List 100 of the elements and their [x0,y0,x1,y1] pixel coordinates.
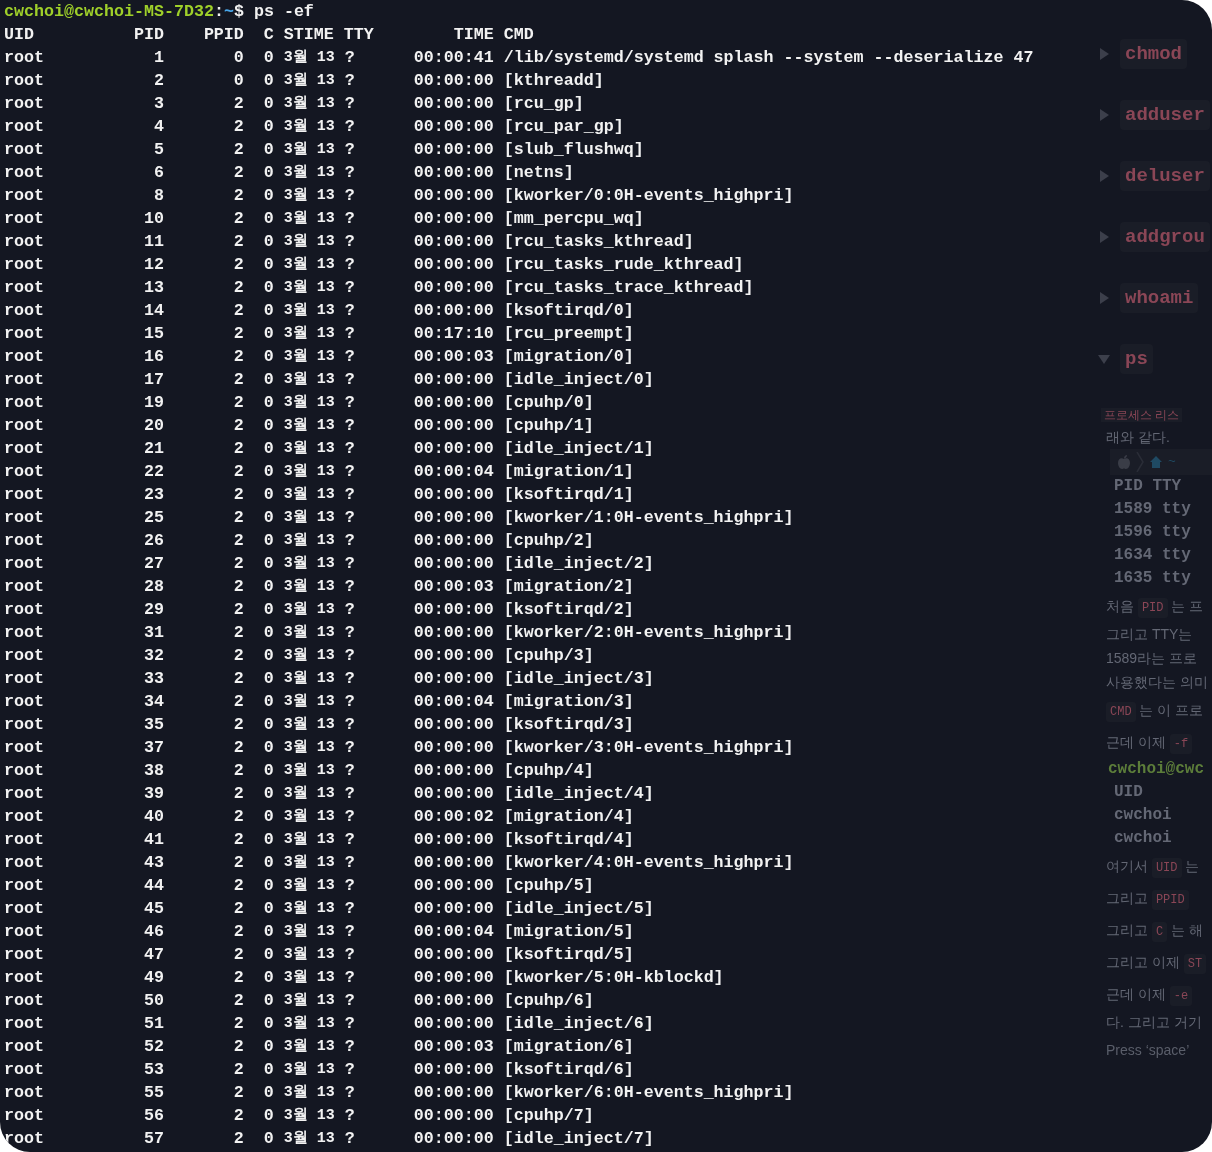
paragraph-text: 그리고 [1106,890,1149,906]
table-cell: 0 [263,278,274,297]
table-cell: 2 [233,968,244,987]
table-cell: 2 [233,554,244,573]
table-cell: root [4,784,44,803]
toggle-arrow-icon[interactable] [1098,231,1110,243]
table-cell: 2 [233,186,244,205]
table-cell-text: 3월 13 [283,807,335,827]
table-cell: 00:00:41 [413,48,494,67]
table-cell: 21 [143,439,164,458]
table-cell: 2 [233,899,244,918]
table-cell: 10 [143,209,164,228]
table-cell: 14 [143,301,164,320]
table-cell: 00:00:00 [413,140,494,159]
table-cell: 2 [233,1037,244,1056]
table-cell-text: 3월 13 [283,853,335,873]
table-cell: 00:00:00 [413,945,494,964]
table-cell: [ksoftirqd/5] [503,945,634,964]
paragraph-text: 사용했다는 의미 [1105,673,1209,692]
table-cell: root [4,439,44,458]
table-cell: 0 [263,830,274,849]
code-line: PID TTY [1113,476,1183,497]
toggle-arrow-icon[interactable] [1098,353,1110,365]
table-cell: 0 [263,922,274,941]
table-cell: 13 [143,278,164,297]
table-cell: [rcu_gp] [503,94,584,113]
table-cell-text: ? [344,783,355,805]
toggle-arrow-icon[interactable] [1098,109,1110,121]
table-cell: 28 [143,577,164,596]
table-cell: 00:00:00 [413,784,494,803]
table-cell-text: ? [344,208,355,230]
table-cell: 20 [143,416,164,435]
table-cell: 2 [233,347,244,366]
toggle-heading[interactable]: whoami [1120,283,1199,313]
table-cell: [ksoftirqd/6] [503,1060,634,1079]
table-cell: 6 [153,163,164,182]
table-cell: 2 [233,209,244,228]
table-cell: 00:00:00 [413,255,494,274]
table-cell: 2 [233,301,244,320]
paragraph-text: 그리고 TTY는 [1105,625,1194,644]
table-cell: 00:00:00 [413,991,494,1010]
table-cell: [kworker/0:0H-events_highpri] [503,186,794,205]
table-cell: 00:17:10 [413,324,494,343]
table-cell: 00:00:00 [413,508,494,527]
table-cell: [idle_inject/1] [503,439,654,458]
table-cell-text: 3월 13 [283,416,335,436]
table-cell: [migration/1] [503,462,634,481]
table-cell: [kworker/6:0H-events_highpri] [503,1083,794,1102]
toggle-heading[interactable]: ps [1120,344,1153,374]
table-cell: 0 [263,485,274,504]
table-cell: 00:00:00 [413,278,494,297]
table-cell: 53 [143,1060,164,1079]
table-cell-text: 3월 13 [283,255,335,275]
table-cell-text: ? [344,691,355,713]
inline-code: UID [1151,858,1182,878]
table-cell: 50 [143,991,164,1010]
toggle-heading[interactable]: deluser [1120,161,1210,191]
paragraph-text: 그리고 [1106,922,1149,938]
table-cell: 15 [143,324,164,343]
table-cell-text: 3월 13 [283,738,335,758]
table-cell-text: ? [344,1128,355,1150]
table-cell: 00:00:00 [413,968,494,987]
toggle-heading[interactable]: chmod [1120,39,1187,69]
table-cell-text: ? [344,47,355,69]
toggle-arrow-icon[interactable] [1098,48,1110,60]
table-cell: root [4,94,44,113]
table-cell-text: 3월 13 [283,715,335,735]
table-cell: root [4,1014,44,1033]
table-cell: root [4,807,44,826]
table-cell-text: ? [344,645,355,667]
table-cell-text: 3월 13 [283,784,335,804]
table-cell-text: ? [344,829,355,851]
table-cell: 0 [263,807,274,826]
table-cell: 2 [233,370,244,389]
table-cell: 11 [143,232,164,251]
table-cell: 00:00:00 [413,554,494,573]
table-cell: [mm_percpu_wq] [503,209,644,228]
toggle-heading[interactable]: adduser [1120,100,1210,130]
table-cell-text: ? [344,1082,355,1104]
table-cell: [idle_inject/3] [503,669,654,688]
table-cell: [kworker/5:0H-kblockd] [503,968,724,987]
table-cell: 00:00:00 [413,1083,494,1102]
table-cell: root [4,531,44,550]
table-cell: [rcu_tasks_rude_kthread] [503,255,744,274]
table-cell: root [4,255,44,274]
table-cell: [migration/6] [503,1037,634,1056]
toggle-heading[interactable]: addgrou [1120,222,1210,252]
table-cell: 0 [263,324,274,343]
table-cell-text: 3월 13 [283,968,335,988]
table-cell: 00:00:00 [413,370,494,389]
toggle-arrow-icon[interactable] [1098,170,1110,182]
toggle-arrow-icon[interactable] [1098,292,1110,304]
table-cell-text: ? [344,277,355,299]
table-cell: 00:00:00 [413,899,494,918]
table-cell: [cpuhp/5] [503,876,594,895]
table-cell: 31 [143,623,164,642]
table-cell: root [4,416,44,435]
code-line: UID [1113,782,1144,803]
table-cell: 5 [153,140,164,159]
table-cell: 00:00:04 [413,692,494,711]
